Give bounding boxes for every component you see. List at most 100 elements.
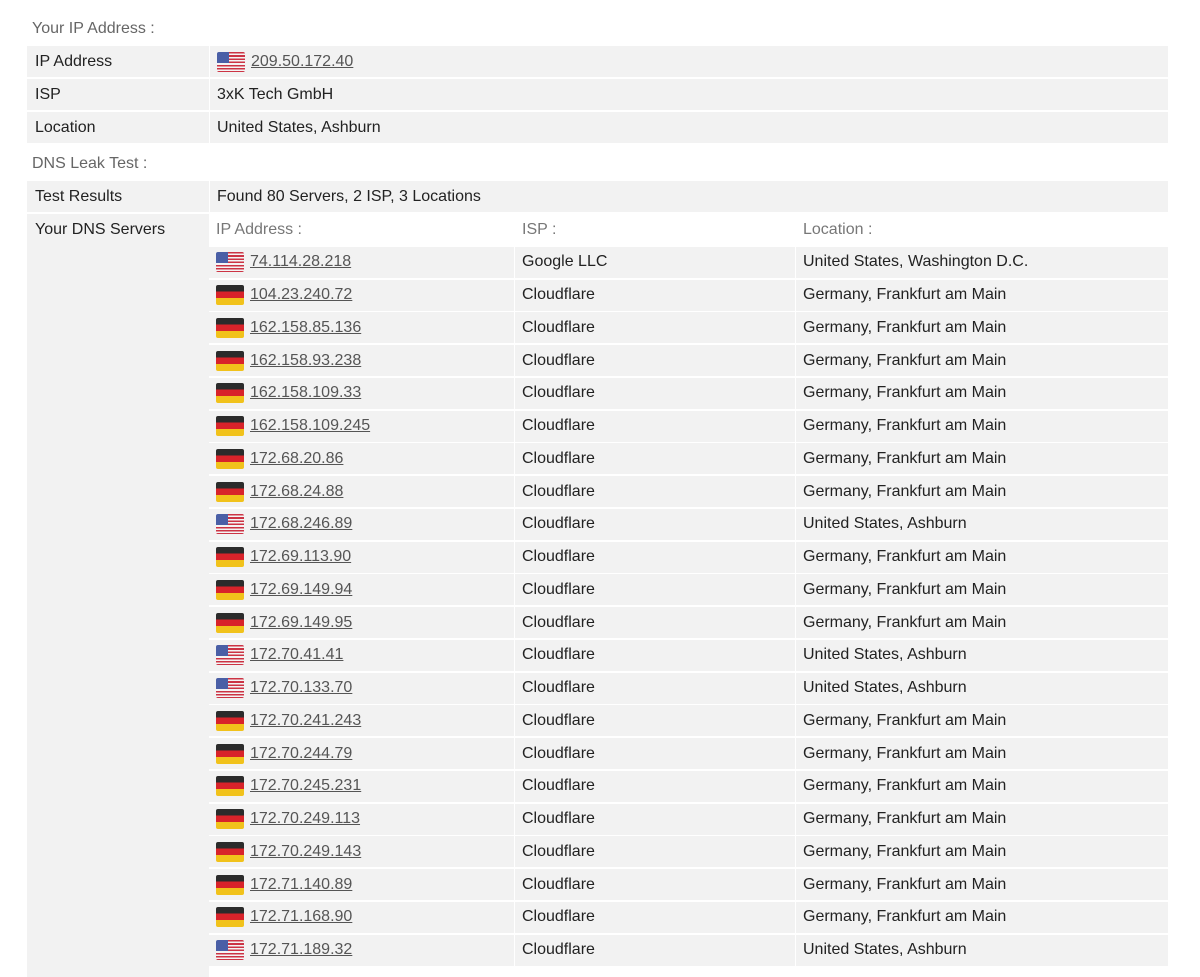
server-ip-link[interactable]: 172.71.140.89	[250, 876, 352, 894]
server-ip-link[interactable]: 172.68.24.88	[250, 483, 343, 501]
server-isp-cell: Cloudflare	[515, 901, 796, 933]
server-isp-cell: Cloudflare	[515, 672, 796, 704]
server-isp-cell: Cloudflare	[515, 574, 796, 606]
us-flag-icon	[216, 645, 244, 666]
test-results-label: Test Results	[35, 187, 123, 205]
server-ip-cell: 162.158.109.33	[209, 377, 515, 409]
server-location-cell: United States, Ashburn	[796, 508, 1168, 540]
server-ip-link[interactable]: 172.69.149.94	[250, 581, 352, 599]
server-ip-cell: 172.71.189.32	[209, 934, 515, 966]
col-header-isp: ISP :	[515, 214, 796, 245]
server-location-cell: Germany, Frankfurt am Main	[796, 836, 1168, 868]
test-results-row: Test Results Found 80 Servers, 2 ISP, 3 …	[27, 181, 1168, 212]
de-flag-icon	[216, 416, 244, 436]
server-ip-cell: 172.68.20.86	[209, 443, 515, 475]
server-ip-cell: 172.68.246.89	[209, 508, 515, 540]
server-ip-link[interactable]: 172.69.149.95	[250, 614, 352, 632]
server-isp-cell: Cloudflare	[515, 934, 796, 966]
de-flag-icon	[216, 710, 244, 731]
de-flag-icon	[216, 907, 244, 928]
server-isp-cell: Cloudflare	[515, 803, 796, 835]
server-ip-link[interactable]: 172.70.133.70	[250, 679, 352, 697]
table-row: 172.69.149.95 Cloudflare Germany, Frankfur…	[209, 607, 1168, 638]
table-row: 172.68.24.88 Cloudflare Germany, Frankfurt…	[209, 476, 1168, 507]
server-ip-link[interactable]: 172.70.41.41	[250, 646, 343, 664]
server-location-cell: Germany, Frankfurt am Main	[796, 738, 1168, 769]
dns-section-heading: DNS Leak Test :	[32, 155, 148, 172]
server-ip-link[interactable]: 172.68.246.89	[250, 515, 352, 533]
server-ip-link[interactable]: 172.69.113.90	[250, 548, 351, 566]
server-isp-cell: Cloudflare	[515, 312, 796, 344]
us-flag-icon	[216, 514, 244, 535]
server-ip-link[interactable]: 162.158.93.238	[250, 352, 361, 370]
server-ip-link[interactable]: 172.70.244.79	[250, 745, 352, 763]
server-ip-cell: 172.70.249.143	[209, 836, 515, 868]
us-flag-icon	[216, 940, 244, 960]
dns-servers-label-cell: Your DNS Servers	[27, 214, 209, 977]
server-ip-cell: 172.69.149.94	[209, 574, 515, 606]
server-isp-cell: Cloudflare	[515, 541, 796, 573]
server-ip-cell: 172.71.168.90	[209, 901, 515, 933]
table-row: 162.158.85.136 Cloudflare Germany, Frankfu…	[209, 312, 1168, 344]
table-row: 172.70.133.70 Cloudflare United States, As…	[209, 672, 1168, 704]
de-flag-icon	[216, 285, 244, 305]
server-ip-cell: 172.69.113.90	[209, 541, 515, 573]
isp-row: ISP 3xK Tech GmbH	[27, 79, 1168, 110]
server-ip-cell: 162.158.109.245	[209, 410, 515, 442]
server-ip-link[interactable]: 172.70.249.113	[250, 810, 360, 828]
location-value: United States, Ashburn	[209, 112, 1168, 143]
server-ip-link[interactable]: 162.158.85.136	[250, 319, 361, 337]
server-ip-cell: 172.70.249.113	[209, 803, 515, 835]
server-location-cell: Germany, Frankfurt am Main	[796, 607, 1168, 638]
dns-leak-test-page: Your IP Address : IP Address 209.50.172.…	[0, 0, 1200, 977]
server-ip-cell: 172.68.24.88	[209, 476, 515, 507]
server-location-cell: Germany, Frankfurt am Main	[796, 803, 1168, 835]
server-ip-link[interactable]: 172.70.249.143	[250, 843, 361, 861]
server-location-cell: Germany, Frankfurt am Main	[796, 541, 1168, 573]
location-row: Location United States, Ashburn	[27, 112, 1168, 143]
server-ip-link[interactable]: 172.70.241.243	[250, 712, 361, 730]
server-ip-link[interactable]: 162.158.109.33	[250, 384, 361, 402]
de-flag-icon	[216, 874, 244, 895]
table-row: 172.69.149.94 Cloudflare Germany, Frankfur…	[209, 574, 1168, 606]
server-ip-link[interactable]: 172.70.245.231	[250, 777, 361, 795]
server-ip-cell: 172.70.241.243	[209, 705, 515, 737]
de-flag-icon	[216, 841, 244, 862]
server-ip-link[interactable]: 104.23.240.72	[250, 286, 352, 304]
de-flag-icon	[216, 776, 244, 797]
de-flag-icon	[216, 547, 244, 567]
table-row: 172.71.189.32 Cloudflare United States, As…	[209, 934, 1168, 966]
ip-address-link[interactable]: 209.50.172.40	[251, 53, 353, 71]
table-row: 162.158.109.33 Cloudflare Germany, Frankfu…	[209, 377, 1168, 409]
server-ip-link[interactable]: 162.158.109.245	[250, 417, 370, 435]
server-ip-link[interactable]: 172.71.168.90	[250, 908, 352, 926]
server-isp-cell: Cloudflare	[515, 705, 796, 737]
table-row: 172.71.168.90 Cloudflare Germany, Frankfur…	[209, 901, 1168, 933]
server-location-cell: Germany, Frankfurt am Main	[796, 901, 1168, 933]
server-isp-cell: Google LLC	[515, 246, 796, 278]
ip-address-label: IP Address	[35, 52, 113, 70]
server-ip-cell: 172.70.133.70	[209, 672, 515, 704]
server-location-cell: Germany, Frankfurt am Main	[796, 574, 1168, 606]
server-location-cell: Germany, Frankfurt am Main	[796, 770, 1168, 802]
server-ip-link[interactable]: 172.71.189.32	[250, 941, 352, 959]
ip-address-value: 209.50.172.40	[209, 46, 1168, 77]
server-ip-cell: 172.70.41.41	[209, 639, 515, 671]
server-ip-link[interactable]: 74.114.28.218	[250, 253, 351, 271]
server-isp-cell: Cloudflare	[515, 345, 796, 376]
table-row: 172.70.244.79 Cloudflare Germany, Frankfur…	[209, 738, 1168, 769]
server-isp-cell: Cloudflare	[515, 639, 796, 671]
table-row: 172.70.241.243 Cloudflare Germany, Frankfu…	[209, 705, 1168, 737]
table-row: 162.158.109.245 Cloudflare Germany, Frankf…	[209, 410, 1168, 442]
de-flag-icon	[216, 481, 244, 502]
server-ip-link[interactable]: 172.68.20.86	[250, 450, 343, 468]
server-ip-cell: 162.158.85.136	[209, 312, 515, 344]
server-isp-cell: Cloudflare	[515, 738, 796, 769]
col-header-location: Location :	[796, 214, 1168, 245]
de-flag-icon	[216, 317, 244, 338]
us-flag-icon	[216, 678, 244, 698]
server-isp-cell: Cloudflare	[515, 836, 796, 868]
table-row: 172.68.20.86 Cloudflare Germany, Frankfurt…	[209, 443, 1168, 475]
server-ip-cell: 172.70.244.79	[209, 738, 515, 769]
location-label: Location	[35, 118, 96, 136]
